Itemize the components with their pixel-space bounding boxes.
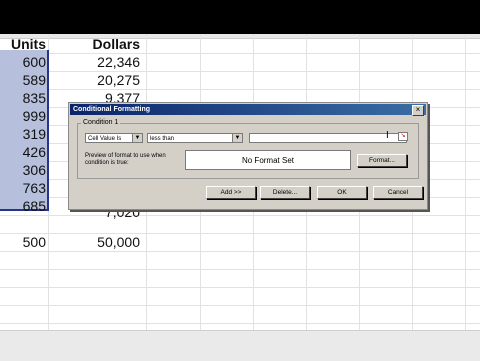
dialog-title: Conditional Formatting: [73, 106, 150, 113]
selection-border: [47, 50, 49, 210]
ok-button[interactable]: OK: [317, 186, 367, 199]
cell-units-total[interactable]: 500: [0, 232, 46, 252]
preview-label: Preview of format to use when condition …: [85, 153, 166, 166]
dialog-title-bar[interactable]: Conditional Formatting ×: [70, 104, 426, 116]
cell-units[interactable]: 589: [0, 70, 46, 90]
header-units[interactable]: Units: [0, 34, 46, 54]
operator-dropdown[interactable]: less than ▼: [147, 133, 243, 143]
cell-dollars[interactable]: 22,346: [50, 52, 140, 72]
range-picker-icon[interactable]: ↘: [398, 132, 408, 141]
cell-value-dropdown[interactable]: Cell Value Is ▼: [85, 133, 143, 143]
add-button[interactable]: Add >>: [206, 186, 256, 199]
cell-dollars-total[interactable]: 50,000: [50, 232, 140, 252]
cell-units[interactable]: 319: [0, 124, 46, 144]
cell-units[interactable]: 999: [0, 106, 46, 126]
gridline: [0, 305, 480, 306]
cancel-button[interactable]: Cancel: [373, 186, 423, 199]
cell-units[interactable]: 763: [0, 178, 46, 198]
delete-button[interactable]: Delete...: [260, 186, 310, 199]
cell-units[interactable]: 835: [0, 88, 46, 108]
condition-label: Condition 1: [81, 119, 121, 126]
format-preview: No Format Set: [185, 150, 351, 170]
gridline: [465, 34, 466, 330]
close-icon[interactable]: ×: [412, 105, 424, 116]
cell-units[interactable]: 600: [0, 52, 46, 72]
top-black-bar: [0, 0, 480, 34]
gridline: [0, 287, 480, 288]
conditional-formatting-dialog: Conditional Formatting × Condition 1 Cel…: [68, 102, 428, 210]
cell-value-dropdown-text: Cell Value Is: [88, 136, 122, 142]
cell-units[interactable]: 306: [0, 160, 46, 180]
chevron-down-icon[interactable]: ▼: [232, 134, 242, 142]
cell-units[interactable]: 426: [0, 142, 46, 162]
format-button[interactable]: Format...: [357, 154, 407, 167]
chevron-down-icon[interactable]: ▼: [132, 134, 142, 142]
text-cursor-icon: I: [386, 130, 389, 141]
cell-units[interactable]: 685: [0, 196, 46, 216]
bottom-gray-strip: [0, 330, 480, 361]
header-dollars[interactable]: Dollars: [50, 34, 140, 54]
gridline: [0, 269, 480, 270]
condition-value-input[interactable]: [249, 133, 407, 143]
gridline: [0, 323, 480, 324]
operator-dropdown-text: less than: [150, 136, 175, 142]
cell-dollars[interactable]: 20,275: [50, 70, 140, 90]
